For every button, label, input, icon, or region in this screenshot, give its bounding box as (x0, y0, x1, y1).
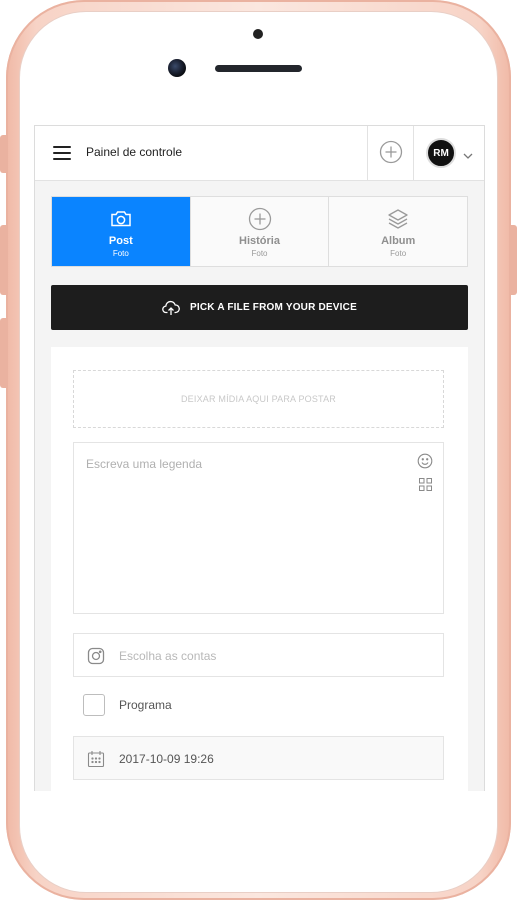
tab-label: Album (381, 235, 416, 247)
caption-placeholder: Escreva uma legenda (86, 457, 203, 471)
plus-circle-icon (248, 207, 272, 231)
tab-label: Post (108, 235, 133, 247)
tab-label: História (239, 235, 280, 247)
caption-textarea[interactable]: Escreva uma legenda (73, 442, 444, 614)
calendar-icon (87, 750, 105, 768)
tab-sublabel: Foto (112, 249, 129, 258)
dropzone-text: DEIXAR MÍDIA AQUI PARA POSTAR (180, 394, 336, 404)
avatar[interactable]: RM (426, 138, 456, 168)
datetime-field[interactable]: 2017-10-09 19:26 (73, 736, 444, 780)
front-camera (168, 59, 186, 77)
proximity-sensor (253, 29, 263, 39)
phone-power-button (511, 225, 517, 295)
accounts-selector[interactable]: Escolha as contas (73, 633, 444, 677)
layers-icon (386, 207, 410, 231)
schedule-label: Programa (119, 698, 172, 712)
cloud-upload-icon (162, 300, 180, 315)
add-button[interactable] (379, 140, 403, 164)
chevron-down-icon[interactable] (462, 148, 474, 159)
tab-post[interactable]: Post Foto (52, 197, 191, 266)
tab-sublabel: Foto (390, 249, 407, 258)
schedule-checkbox[interactable] (83, 694, 105, 716)
grid-icon[interactable] (419, 478, 432, 491)
plus-circle-icon (379, 140, 403, 164)
page-title: Painel de controle (86, 145, 183, 159)
divider (413, 126, 414, 180)
instagram-icon (87, 647, 105, 665)
emoji-icon[interactable] (417, 453, 433, 469)
menu-icon[interactable] (53, 146, 71, 160)
tab-historia[interactable]: História Foto (191, 197, 330, 266)
accounts-placeholder: Escolha as contas (119, 649, 217, 663)
pick-file-label: PICK A FILE FROM YOUR DEVICE (190, 302, 357, 313)
phone-volume-up (0, 225, 6, 295)
datetime-value: 2017-10-09 19:26 (119, 752, 214, 766)
phone-volume-down (0, 318, 6, 388)
top-bar: Painel de controle RM (35, 126, 484, 181)
divider (367, 126, 368, 180)
tab-album[interactable]: Album Foto (329, 197, 467, 266)
media-dropzone[interactable]: DEIXAR MÍDIA AQUI PARA POSTAR (73, 370, 444, 428)
camera-icon (109, 207, 133, 231)
tab-sublabel: Foto (251, 249, 268, 258)
phone-side-button (0, 135, 6, 173)
earpiece-speaker (215, 65, 302, 72)
pick-file-button[interactable]: PICK A FILE FROM YOUR DEVICE (51, 285, 468, 330)
app-screen: Painel de controle RM Post Foto História… (34, 125, 485, 791)
post-type-tabs: Post Foto História Foto Album Foto (51, 196, 468, 267)
post-form: DEIXAR MÍDIA AQUI PARA POSTAR Escreva um… (51, 347, 468, 791)
